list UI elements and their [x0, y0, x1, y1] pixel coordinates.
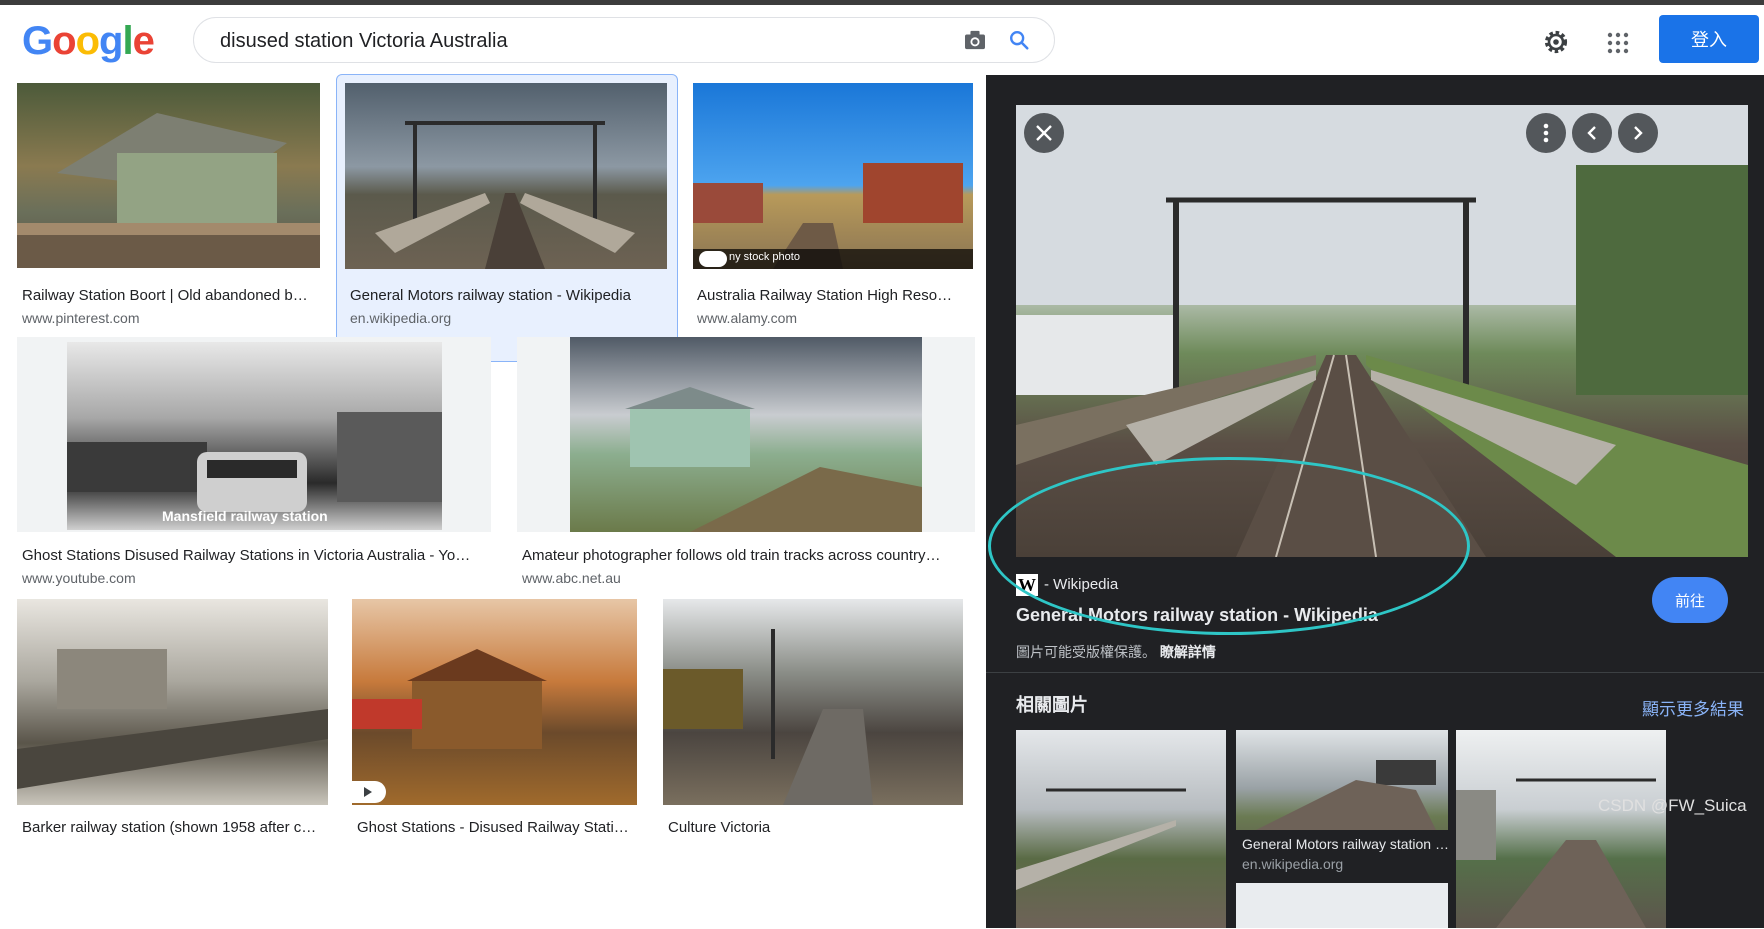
chevron-left-icon	[1587, 126, 1596, 140]
result-source: www.pinterest.com	[22, 310, 140, 326]
more-vert-icon	[1543, 123, 1549, 143]
watermark-overlay: ny stock photo	[729, 251, 800, 263]
search-input[interactable]	[218, 18, 942, 64]
related-image[interactable]	[1016, 730, 1226, 928]
historic-train-illustration	[67, 412, 442, 512]
result-source: en.wikipedia.org	[350, 310, 452, 326]
image-results-grid: Railway Station Boort | Old abandoned b……	[0, 74, 986, 929]
result-caption[interactable]: Barker railway station (shown 1958 after…	[22, 819, 322, 836]
image-result[interactable]: ny stock photo Australia Railway Station…	[683, 75, 983, 326]
image-result[interactable]: Railway Station Boort | Old abandoned b……	[0, 75, 330, 326]
result-caption[interactable]: Ghost Stations Disused Railway Stations …	[22, 547, 484, 564]
play-icon	[364, 787, 372, 797]
station-building-illustration	[17, 113, 320, 268]
close-icon	[1036, 125, 1052, 141]
result-thumbnail[interactable]	[345, 83, 667, 269]
related-image[interactable]	[1456, 730, 1666, 928]
visit-button[interactable]: 前往	[1652, 577, 1728, 623]
brick-station-illustration	[352, 649, 547, 749]
camera-icon[interactable]	[964, 30, 986, 50]
copyright-note: 圖片可能受版權保護。 瞭解詳情	[1016, 644, 1216, 660]
result-caption[interactable]: Railway Station Boort | Old abandoned b…	[22, 287, 317, 304]
learn-more-link[interactable]: 瞭解詳情	[1160, 644, 1216, 660]
green-station-illustration	[625, 387, 922, 532]
result-caption[interactable]: Australia Railway Station High Reso…	[697, 287, 972, 304]
divider	[986, 672, 1764, 673]
result-thumbnail[interactable]	[517, 337, 975, 532]
result-caption[interactable]: General Motors railway station - Wikiped…	[350, 287, 665, 304]
image-result[interactable]: Ghost Stations - Disused Railway Stati…	[352, 599, 640, 929]
platform-illustration	[663, 629, 873, 805]
result-caption[interactable]: Amateur photographer follows old train t…	[522, 547, 974, 564]
annotation-ellipse	[988, 457, 1470, 635]
apps-grid-icon[interactable]	[1606, 31, 1630, 55]
gear-icon[interactable]	[1542, 28, 1570, 56]
result-thumbnail[interactable]: ny stock photo	[693, 83, 973, 269]
related-photo-illustration	[1256, 760, 1436, 830]
image-badge-icon	[699, 251, 727, 267]
image-result[interactable]: Culture Victoria	[660, 599, 980, 929]
result-caption[interactable]: Culture Victoria	[668, 819, 968, 836]
result-caption[interactable]: Ghost Stations - Disused Railway Stati…	[357, 819, 637, 836]
related-image[interactable]: General Motors railway station … en.wiki…	[1236, 730, 1448, 875]
show-more-results-link[interactable]: 顯示更多結果	[1642, 695, 1744, 720]
more-options-button[interactable]	[1526, 113, 1566, 153]
search-icon[interactable]	[1008, 29, 1030, 51]
related-source: en.wikipedia.org	[1242, 856, 1344, 872]
image-result-selected[interactable]: General Motors railway station - Wikiped…	[336, 75, 676, 361]
header: Google 登入	[0, 5, 1764, 75]
next-image-button[interactable]	[1618, 113, 1658, 153]
result-source: www.alamy.com	[697, 310, 798, 326]
result-thumbnail[interactable]	[17, 83, 320, 268]
result-source: www.abc.net.au	[522, 570, 621, 586]
close-preview-button[interactable]	[1024, 113, 1064, 153]
search-box	[193, 17, 1055, 64]
related-caption: General Motors railway station …	[1242, 836, 1448, 852]
image-result[interactable]: Amateur photographer follows old train t…	[512, 337, 982, 587]
related-image[interactable]	[1236, 883, 1448, 928]
image-result[interactable]: Mansfield railway station Ghost Stations…	[0, 337, 500, 587]
result-thumbnail[interactable]	[17, 599, 328, 805]
related-images-heading: 相關圖片	[1016, 695, 1088, 715]
sign-in-button[interactable]: 登入	[1659, 15, 1759, 63]
google-logo[interactable]: Google	[22, 19, 155, 64]
railway-illustration	[375, 121, 635, 269]
caption-overlay: Mansfield railway station	[162, 508, 328, 524]
previous-image-button[interactable]	[1572, 113, 1612, 153]
result-thumbnail[interactable]	[352, 599, 637, 805]
image-result[interactable]: Barker railway station (shown 1958 after…	[0, 599, 340, 929]
result-thumbnail[interactable]: Mansfield railway station	[17, 337, 491, 532]
video-badge	[352, 781, 386, 803]
chevron-right-icon	[1634, 126, 1643, 140]
old-station-illustration	[17, 649, 328, 789]
related-photo-illustration	[1016, 788, 1186, 890]
result-thumbnail[interactable]	[663, 599, 963, 805]
result-source: www.youtube.com	[22, 570, 136, 586]
watermark: CSDN @FW_Suica	[1598, 796, 1747, 815]
station-sheds-illustration	[693, 163, 963, 269]
related-photo-illustration	[1456, 778, 1656, 928]
